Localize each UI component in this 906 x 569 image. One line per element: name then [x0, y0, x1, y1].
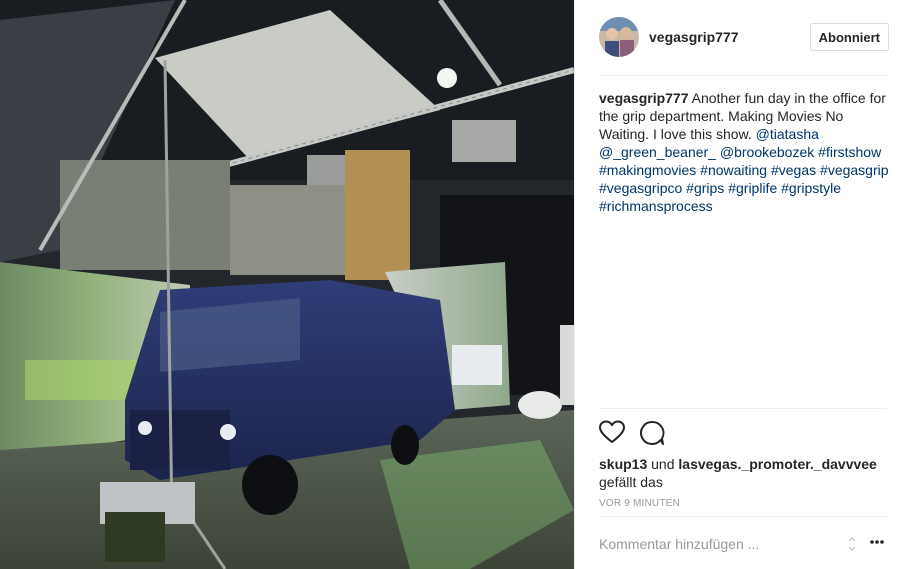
more-options-icon[interactable]: [869, 538, 885, 546]
caption-tag[interactable]: #vegas: [771, 162, 816, 178]
comment-divider: [599, 516, 887, 517]
header-username[interactable]: vegasgrip777: [649, 29, 810, 45]
comment-bubble-icon[interactable]: [639, 420, 665, 446]
caption-tag[interactable]: @tiatasha: [756, 126, 819, 142]
heart-icon[interactable]: [599, 420, 625, 446]
caption-tag[interactable]: #richmansprocess: [599, 198, 713, 214]
caption-tag[interactable]: #firstshow: [818, 144, 881, 160]
caption-username[interactable]: vegasgrip777: [599, 90, 689, 106]
likes-connector: und: [651, 456, 675, 472]
input-scroll-arrows-icon: [848, 537, 856, 551]
like-user[interactable]: skup13: [599, 456, 647, 472]
caption-tag[interactable]: #vegasgripco: [599, 180, 682, 196]
caption-tag[interactable]: #makingmovies: [599, 162, 696, 178]
post-actions: [599, 420, 679, 446]
post-timestamp[interactable]: VOR 9 MINUTEN: [599, 498, 680, 509]
following-button[interactable]: Abonniert: [809, 23, 889, 51]
comment-input[interactable]: [599, 532, 849, 556]
likes-summary: skup13 und lasvegas._promoter._davvvee g…: [599, 455, 877, 491]
actions-divider: [599, 408, 887, 409]
post-caption: vegasgrip777 Another fun day in the offi…: [599, 89, 891, 215]
caption-tag[interactable]: @brookebozek: [720, 144, 814, 160]
like-user[interactable]: lasvegas._promoter._davvvee: [678, 456, 876, 472]
caption-tag[interactable]: @_green_beaner_: [599, 144, 716, 160]
caption-tag[interactable]: #nowaiting: [700, 162, 767, 178]
caption-tag[interactable]: #gripstyle: [781, 180, 841, 196]
caption-tag[interactable]: #grips: [686, 180, 724, 196]
post-header: vegasgrip777 Abonniert: [599, 17, 889, 57]
caption-tag[interactable]: #griplife: [728, 180, 777, 196]
header-divider: [599, 75, 887, 76]
caption-tag[interactable]: #vegasgrip: [820, 162, 889, 178]
post-photo: [0, 0, 574, 569]
post-details-panel: vegasgrip777 Abonniert vegasgrip777 Anot…: [574, 0, 906, 569]
likes-suffix: gefällt das: [599, 474, 663, 490]
avatar[interactable]: [599, 17, 639, 57]
